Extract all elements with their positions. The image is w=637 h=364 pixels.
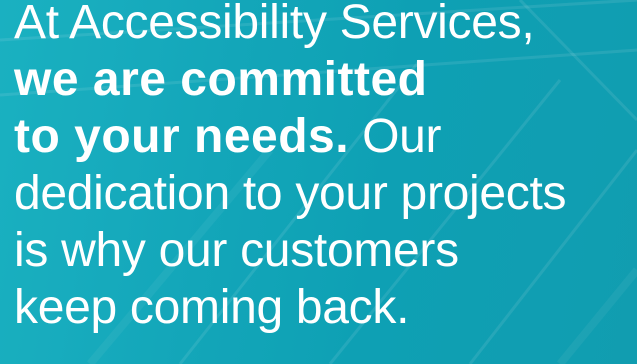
headline: At Accessibility Services, we are commit… <box>14 0 634 336</box>
hero-banner: At Accessibility Services, we are commit… <box>0 0 637 364</box>
headline-line-5: is why our customers <box>14 224 459 277</box>
headline-line-3-rest: Our <box>349 110 442 163</box>
headline-emphasis: to your needs. <box>14 110 350 163</box>
headline-line-1: At Accessibility Services, <box>14 0 535 49</box>
headline-line-3: to your needs. Our <box>14 108 634 165</box>
headline-line-6: keep coming back. <box>14 281 410 334</box>
headline-line-2: we are committed <box>14 53 428 106</box>
headline-line-4: dedication to your projects <box>14 167 567 220</box>
